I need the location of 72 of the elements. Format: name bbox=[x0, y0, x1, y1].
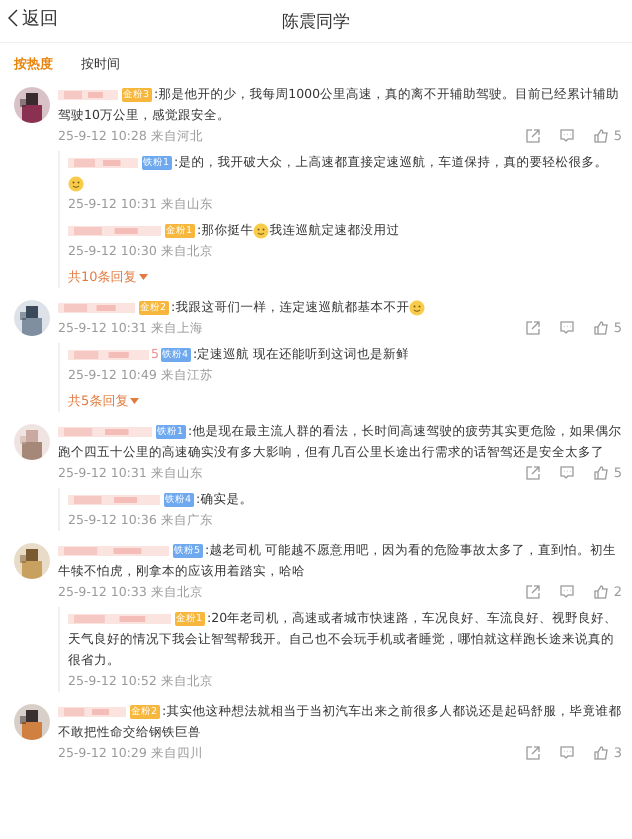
reply-time: 25-9-12 10:36 来自广东 bbox=[68, 512, 213, 528]
comment-button[interactable] bbox=[558, 320, 575, 336]
like-button[interactable]: 5 bbox=[592, 465, 622, 481]
comment-text: 金粉2 :我跟这哥们一样，连定速巡航都基本不开 bbox=[58, 296, 622, 317]
comment-text: 金粉2 :其实他这种想法就相当于当初汽车出来之前很多人都说还是起码舒服，毕竟谁都不敢把性命交给钢铁巨兽 bbox=[58, 702, 622, 741]
smiley-icon bbox=[253, 222, 270, 239]
comment-time: 25-9-12 10:29 来自四川 bbox=[58, 744, 203, 762]
comment-text: 金粉1 :那你挺牛 我连巡航定速都没用过 bbox=[68, 219, 622, 240]
thumbs-up-icon bbox=[592, 128, 609, 144]
sort-tab[interactable]: 按时间 bbox=[81, 55, 120, 73]
comment-text: 铁粉1 :他是现在最主流人群的看法，长时间高速驾驶的疲劳其实更危险，如果偶尔跑个四五十公里的高速确实没有多大影响，但有几百公里长途出行需求的话智驾还是安全太多了 bbox=[58, 422, 622, 461]
reply-time: 25-9-12 10:31 来自山东 bbox=[68, 196, 213, 212]
fan-badge: 铁粉4 bbox=[160, 348, 191, 362]
like-button[interactable]: 5 bbox=[592, 128, 622, 144]
share-button[interactable] bbox=[524, 320, 541, 336]
fan-badge: 金粉3 bbox=[122, 88, 152, 102]
like-button[interactable]: 5 bbox=[592, 320, 622, 336]
share-icon bbox=[524, 128, 541, 144]
share-button[interactable] bbox=[524, 128, 541, 144]
caret-icon bbox=[130, 398, 140, 404]
fan-badge: 金粉1 bbox=[165, 224, 196, 238]
smiley-icon bbox=[68, 176, 84, 192]
comment-button[interactable] bbox=[558, 584, 575, 600]
caret-icon bbox=[138, 274, 148, 280]
comment-button[interactable] bbox=[558, 745, 575, 761]
reply-time: 25-9-12 10:49 来自江苏 bbox=[68, 366, 213, 384]
like-button[interactable]: 3 bbox=[592, 745, 622, 761]
comment-icon bbox=[558, 584, 575, 600]
comment-text: 金粉1 :20年老司机，高速或者城市快速路，车况良好、车流良好、视野良好、天气良好的情况下我会让智驾帮我开。自己也不会玩手机或者睡觉，哪怕就这样跑长途来说真的很省力。 bbox=[68, 609, 618, 669]
fan-badge: 铁粉1 bbox=[156, 424, 186, 439]
comment-time: 25-9-12 10:28 来自河北 bbox=[58, 128, 203, 144]
like-button[interactable]: 2 bbox=[592, 584, 622, 600]
share-button[interactable] bbox=[524, 584, 541, 600]
thumbs-up-icon bbox=[592, 584, 609, 600]
share-button[interactable] bbox=[524, 465, 541, 481]
thumbs-up-icon bbox=[592, 465, 609, 481]
back-button[interactable]: 返回 bbox=[8, 6, 58, 30]
reply-time: 25-9-12 10:30 来自北京 bbox=[68, 242, 213, 260]
comment-text: 5 铁粉4 :定速巡航 现在还能听到这词也是新鲜 bbox=[68, 343, 622, 364]
chevron-left-icon bbox=[8, 9, 18, 27]
share-icon bbox=[524, 320, 541, 336]
comment-button[interactable] bbox=[558, 128, 575, 144]
fan-badge: 金粉1 bbox=[175, 612, 206, 626]
comment-icon bbox=[558, 320, 575, 336]
comment-text: 铁粉4 :确实是。 bbox=[68, 488, 622, 509]
comment-button[interactable] bbox=[558, 465, 575, 481]
fan-badge: 铁粉4 bbox=[164, 492, 194, 507]
fan-badge: 金粉2 bbox=[130, 704, 160, 719]
comment-text: 金粉3 :那是他开的少，我每周1000公里高速，真的离不开辅助驾驶。目前已经累计辅助驾驶10万公里，感觉跟安全。 bbox=[58, 85, 620, 124]
share-button[interactable] bbox=[524, 745, 541, 761]
thumbs-up-icon bbox=[592, 320, 609, 336]
share-icon bbox=[524, 465, 541, 481]
sort-tab[interactable]: 按热度 bbox=[14, 55, 53, 73]
comment-time: 25-9-12 10:33 来自北京 bbox=[58, 584, 203, 600]
smiley-icon bbox=[409, 300, 426, 316]
more-replies-link[interactable]: 共5条回复 bbox=[68, 390, 622, 412]
fan-badge: 金粉2 bbox=[139, 300, 170, 315]
thumbs-up-icon bbox=[592, 745, 609, 761]
share-icon bbox=[524, 584, 541, 600]
comment-time: 25-9-12 10:31 来自山东 bbox=[58, 464, 203, 482]
comment-text: 铁粉1 :是的，我开破大众，上高速都直接定速巡航，车道保持，真的要轻松很多。 bbox=[68, 151, 622, 193]
fan-badge: 铁粉1 bbox=[142, 156, 172, 170]
fan-badge: 铁粉5 bbox=[173, 544, 204, 558]
comment-icon bbox=[558, 128, 575, 144]
comment-text: 铁粉5 :越老司机 可能越不愿意用吧，因为看的危险事故太多了，直到怕。初生牛犊不怕虎，刚拿本的应该用着踏实，哈哈 bbox=[58, 541, 618, 580]
comment-time: 25-9-12 10:31 来自上海 bbox=[58, 320, 203, 336]
comment-icon bbox=[558, 465, 575, 481]
reply-time: 25-9-12 10:52 来自北京 bbox=[68, 672, 213, 690]
page-title: 陈震同学 bbox=[282, 10, 350, 32]
more-replies-link[interactable]: 共10条回复 bbox=[68, 266, 622, 288]
comment-icon bbox=[558, 745, 575, 761]
share-icon bbox=[524, 745, 541, 761]
